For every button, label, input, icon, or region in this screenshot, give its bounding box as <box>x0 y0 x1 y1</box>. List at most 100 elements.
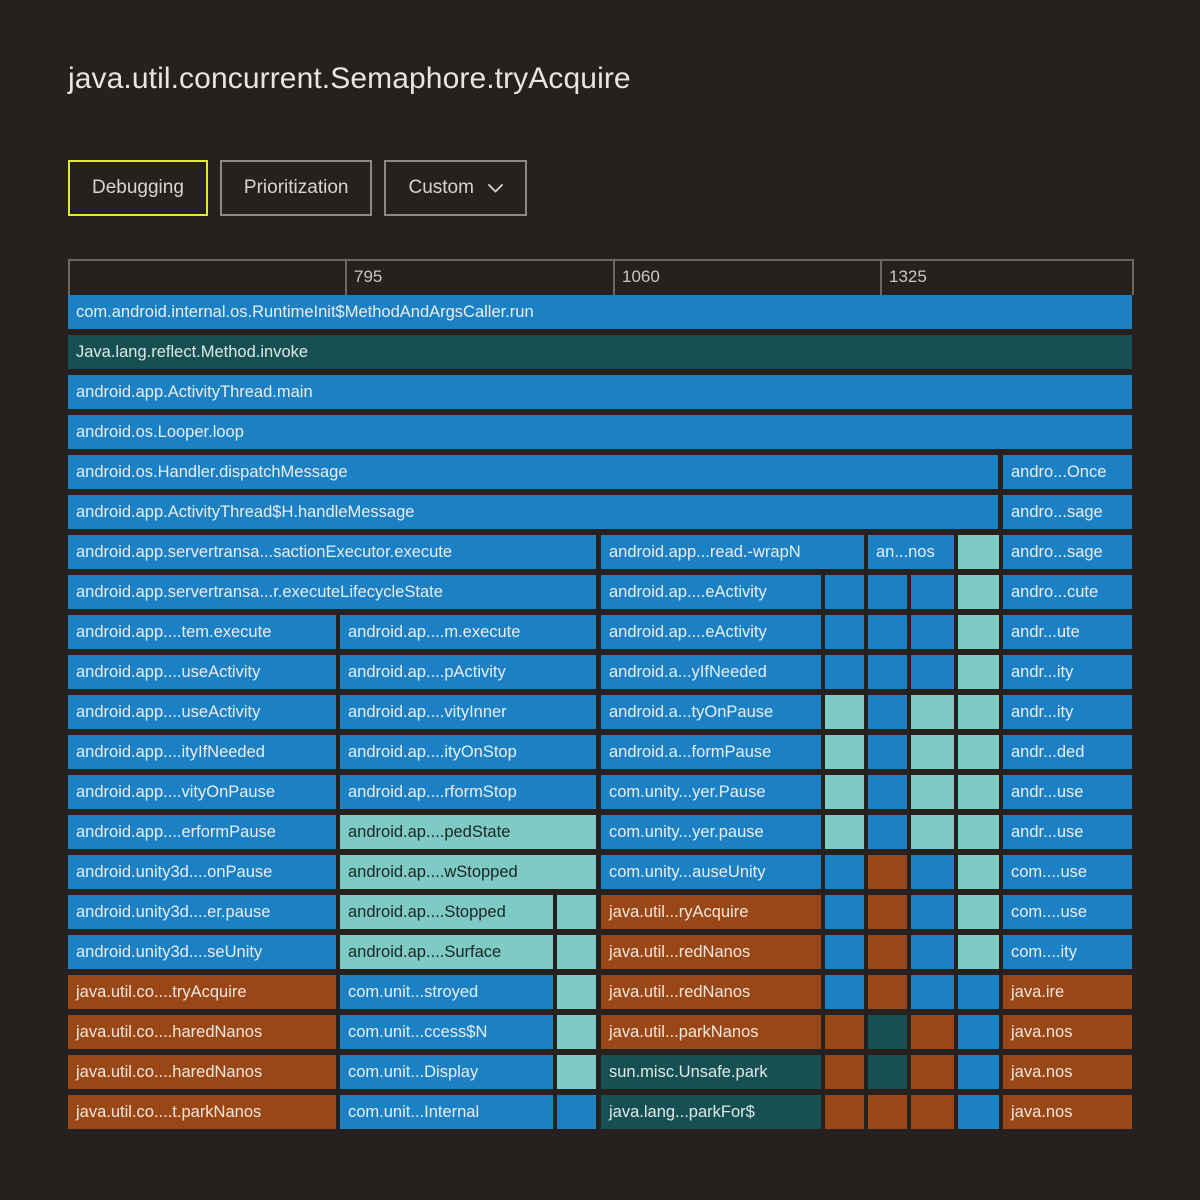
flame-frame-unlabeled[interactable] <box>825 735 864 769</box>
flame-frame-unlabeled[interactable] <box>911 815 954 849</box>
flame-frame-unlabeled[interactable] <box>557 1095 596 1129</box>
flame-frame-unlabeled[interactable] <box>557 975 596 1009</box>
flame-frame-unlabeled[interactable] <box>958 1015 999 1049</box>
flame-frame-unlabeled[interactable] <box>958 815 999 849</box>
toolbar-button-prioritization[interactable]: Prioritization <box>219 160 373 216</box>
flame-frame[interactable]: android.app....vityOnPause <box>68 775 336 809</box>
flame-frame[interactable]: android.unity3d....onPause <box>68 855 336 889</box>
flame-frame-unlabeled[interactable] <box>868 695 907 729</box>
toolbar-button-custom[interactable]: Custom <box>384 160 527 216</box>
flame-frame-unlabeled[interactable] <box>958 975 999 1009</box>
flame-frame[interactable]: android.ap....Stopped <box>340 895 553 929</box>
flame-frame-unlabeled[interactable] <box>825 895 864 929</box>
flame-frame[interactable]: com.unit...ccess$N <box>340 1015 553 1049</box>
flame-frame[interactable]: java.ire <box>1003 975 1132 1009</box>
flame-frame-unlabeled[interactable] <box>825 695 864 729</box>
flame-frame-unlabeled[interactable] <box>868 1015 907 1049</box>
flame-frame-unlabeled[interactable] <box>825 655 864 689</box>
flame-frame-unlabeled[interactable] <box>557 935 596 969</box>
flame-frame-unlabeled[interactable] <box>825 1055 864 1089</box>
flame-frame-unlabeled[interactable] <box>868 895 907 929</box>
flame-frame-unlabeled[interactable] <box>958 575 999 609</box>
flame-frame[interactable]: android.app.ActivityThread.main <box>68 375 1132 409</box>
flame-frame-unlabeled[interactable] <box>958 1055 999 1089</box>
flame-frame-unlabeled[interactable] <box>868 855 907 889</box>
flame-frame[interactable]: java.util.co....tryAcquire <box>68 975 336 1009</box>
flame-frame-unlabeled[interactable] <box>868 1095 907 1129</box>
flame-frame-unlabeled[interactable] <box>868 575 907 609</box>
flame-frame[interactable]: android.unity3d....seUnity <box>68 935 336 969</box>
flame-frame[interactable]: an...nos <box>868 535 954 569</box>
flame-frame-unlabeled[interactable] <box>911 695 954 729</box>
flame-frame-unlabeled[interactable] <box>825 1015 864 1049</box>
flame-frame-unlabeled[interactable] <box>911 895 954 929</box>
flame-frame[interactable]: andro...sage <box>1003 495 1132 529</box>
flame-frame[interactable]: com....use <box>1003 855 1132 889</box>
flame-frame-unlabeled[interactable] <box>958 855 999 889</box>
flame-frame[interactable]: andr...ity <box>1003 655 1132 689</box>
flame-frame[interactable]: java.nos <box>1003 1055 1132 1089</box>
flame-frame[interactable]: android.ap....pActivity <box>340 655 596 689</box>
flame-frame[interactable]: android.app....erformPause <box>68 815 336 849</box>
flame-frame[interactable]: android.ap....eActivity <box>601 575 821 609</box>
flamegraph-canvas[interactable]: com.android.internal.os.RuntimeInit$Meth… <box>68 295 1134 1135</box>
flame-frame[interactable]: com.unit...Display <box>340 1055 553 1089</box>
flame-frame-unlabeled[interactable] <box>958 695 999 729</box>
flame-frame[interactable]: android.ap....rformStop <box>340 775 596 809</box>
flame-frame[interactable]: android.app....useActivity <box>68 695 336 729</box>
flame-frame-unlabeled[interactable] <box>825 775 864 809</box>
flame-frame[interactable]: java.util.co....haredNanos <box>68 1015 336 1049</box>
flame-frame[interactable]: android.app.ActivityThread$H.handleMessa… <box>68 495 998 529</box>
flame-frame[interactable]: android.os.Handler.dispatchMessage <box>68 455 998 489</box>
flame-frame-unlabeled[interactable] <box>958 1095 999 1129</box>
flame-frame-unlabeled[interactable] <box>557 895 596 929</box>
flame-frame-unlabeled[interactable] <box>557 1055 596 1089</box>
flame-frame[interactable]: Java.lang.reflect.Method.invoke <box>68 335 1132 369</box>
flame-frame-unlabeled[interactable] <box>911 615 954 649</box>
flame-frame-unlabeled[interactable] <box>958 935 999 969</box>
flame-frame[interactable]: andro...Once <box>1003 455 1132 489</box>
flame-frame-unlabeled[interactable] <box>868 935 907 969</box>
flame-frame-unlabeled[interactable] <box>911 935 954 969</box>
flame-frame[interactable]: android.unity3d....er.pause <box>68 895 336 929</box>
flame-frame[interactable]: andr...ute <box>1003 615 1132 649</box>
flame-frame-unlabeled[interactable] <box>868 815 907 849</box>
flame-frame-unlabeled[interactable] <box>958 655 999 689</box>
flame-frame-unlabeled[interactable] <box>911 655 954 689</box>
flame-frame-unlabeled[interactable] <box>868 615 907 649</box>
flame-frame-unlabeled[interactable] <box>868 655 907 689</box>
flame-frame[interactable]: android.app.servertransa...r.executeLife… <box>68 575 596 609</box>
flame-frame[interactable]: java.util.co....haredNanos <box>68 1055 336 1089</box>
flame-frame[interactable]: com....ity <box>1003 935 1132 969</box>
flame-frame[interactable]: android.a...tyOnPause <box>601 695 821 729</box>
flame-frame-unlabeled[interactable] <box>958 535 999 569</box>
flame-frame-unlabeled[interactable] <box>911 855 954 889</box>
flame-frame[interactable]: com.unity...yer.pause <box>601 815 821 849</box>
flame-frame-unlabeled[interactable] <box>868 1055 907 1089</box>
flame-frame-unlabeled[interactable] <box>825 935 864 969</box>
flame-frame[interactable]: andr...use <box>1003 815 1132 849</box>
flame-frame[interactable]: andro...cute <box>1003 575 1132 609</box>
flame-frame[interactable]: android.app.servertransa...sactionExecut… <box>68 535 596 569</box>
flame-frame-unlabeled[interactable] <box>868 975 907 1009</box>
flame-frame[interactable]: java.nos <box>1003 1015 1132 1049</box>
flame-frame[interactable]: android.a...formPause <box>601 735 821 769</box>
flame-frame[interactable]: android.ap....ityOnStop <box>340 735 596 769</box>
flame-frame[interactable]: android.ap....eActivity <box>601 615 821 649</box>
flame-frame[interactable]: android.app....useActivity <box>68 655 336 689</box>
flame-frame-unlabeled[interactable] <box>825 975 864 1009</box>
flame-frame[interactable]: android.ap....pedState <box>340 815 596 849</box>
flame-frame[interactable]: com.unity...auseUnity <box>601 855 821 889</box>
flame-frame[interactable]: andr...ded <box>1003 735 1132 769</box>
flame-frame[interactable]: android.app....tem.execute <box>68 615 336 649</box>
flame-frame[interactable]: android.ap....wStopped <box>340 855 596 889</box>
flame-frame[interactable]: android.os.Looper.loop <box>68 415 1132 449</box>
flame-frame-unlabeled[interactable] <box>911 975 954 1009</box>
flame-frame-unlabeled[interactable] <box>825 615 864 649</box>
flame-frame-unlabeled[interactable] <box>825 575 864 609</box>
flame-frame-unlabeled[interactable] <box>911 1095 954 1129</box>
flame-frame[interactable]: java.util...parkNanos <box>601 1015 821 1049</box>
flame-frame-unlabeled[interactable] <box>911 1055 954 1089</box>
flame-frame[interactable]: android.ap....vityInner <box>340 695 596 729</box>
flame-frame-unlabeled[interactable] <box>557 1015 596 1049</box>
